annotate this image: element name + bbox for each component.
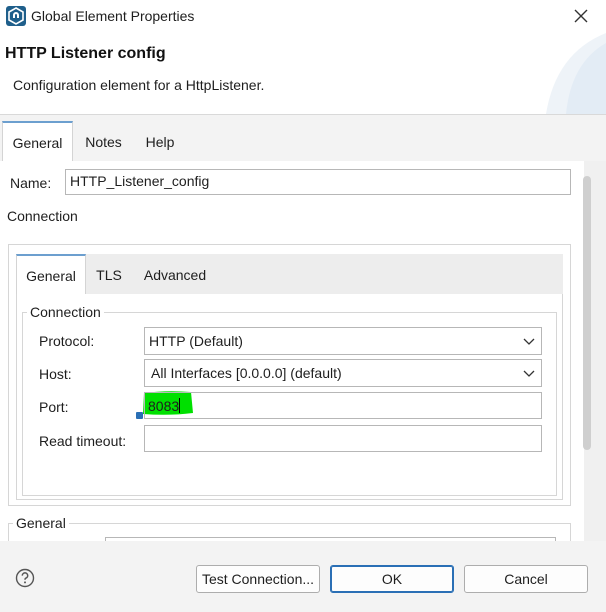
ok-button[interactable]: OK bbox=[330, 565, 454, 593]
connection-tabstrip: General TLS Advanced bbox=[16, 254, 563, 295]
chevron-down-icon bbox=[523, 370, 535, 377]
page-title: HTTP Listener config bbox=[5, 45, 166, 62]
close-icon bbox=[574, 9, 588, 23]
help-question-icon bbox=[15, 568, 35, 588]
host-select[interactable]: All Interfaces [0.0.0.0] (default) bbox=[144, 359, 542, 387]
chevron-down-icon bbox=[523, 338, 535, 345]
port-label: Port: bbox=[39, 399, 69, 415]
name-input[interactable]: HTTP_Listener_config bbox=[65, 169, 571, 195]
connection-heading: Connection bbox=[7, 208, 78, 224]
close-button[interactable] bbox=[566, 2, 596, 30]
general-tab-content: Name: HTTP_Listener_config Connection Ge… bbox=[0, 161, 584, 541]
protocol-select[interactable]: HTTP (Default) bbox=[144, 327, 542, 355]
general-group-label: General bbox=[13, 515, 69, 531]
text-caret bbox=[179, 398, 181, 413]
port-value: 8083 bbox=[148, 398, 180, 414]
mule-app-icon bbox=[6, 6, 26, 26]
vertical-scrollbar-thumb[interactable] bbox=[583, 176, 591, 450]
info-decorator-icon bbox=[136, 412, 143, 419]
tab-general[interactable]: General bbox=[2, 121, 73, 163]
help-button[interactable] bbox=[15, 568, 35, 588]
tab-help[interactable]: Help bbox=[136, 123, 184, 161]
tab-tls[interactable]: TLS bbox=[90, 254, 128, 295]
host-value: All Interfaces [0.0.0.0] (default) bbox=[151, 365, 342, 381]
tab-connection-general[interactable]: General bbox=[16, 254, 86, 295]
tab-advanced[interactable]: Advanced bbox=[138, 254, 212, 295]
window-titlebar: Global Element Properties bbox=[0, 0, 606, 33]
test-connection-button[interactable]: Test Connection... bbox=[196, 565, 320, 593]
read-timeout-label: Read timeout: bbox=[39, 433, 127, 449]
tab-notes[interactable]: Notes bbox=[76, 123, 131, 161]
read-timeout-input[interactable] bbox=[144, 425, 542, 452]
name-label: Name: bbox=[10, 175, 52, 191]
protocol-label: Protocol: bbox=[39, 333, 95, 349]
window-title: Global Element Properties bbox=[31, 8, 195, 24]
connection-fieldset-label: Connection bbox=[27, 304, 104, 320]
cancel-button[interactable]: Cancel bbox=[464, 565, 588, 593]
header-banner: HTTP Listener config Configuration eleme… bbox=[0, 33, 606, 115]
host-label: Host: bbox=[39, 366, 72, 382]
main-tabstrip: General Notes Help bbox=[0, 121, 606, 163]
protocol-value: HTTP (Default) bbox=[149, 333, 243, 349]
banner-decoration bbox=[546, 33, 606, 114]
port-input[interactable]: 8083 bbox=[144, 392, 542, 419]
page-description: Configuration element for a HttpListener… bbox=[13, 77, 265, 93]
